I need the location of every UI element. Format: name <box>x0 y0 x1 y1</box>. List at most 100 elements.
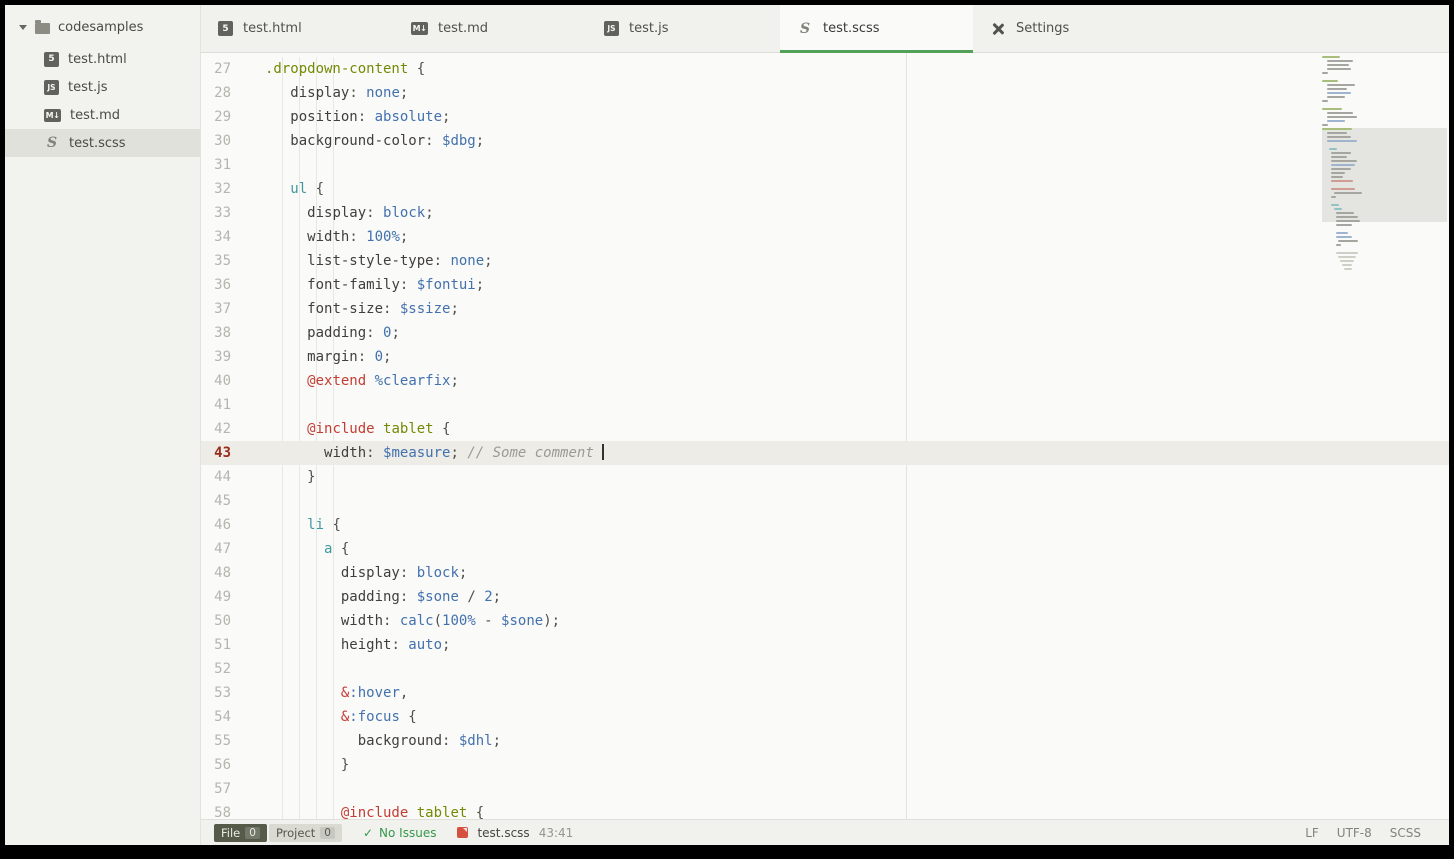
code-line-34[interactable]: 34 width: 100%; <box>201 225 1449 249</box>
issues-label: No Issues <box>379 825 437 840</box>
modified-file-icon <box>457 827 469 838</box>
code-token: :focus <box>349 709 400 725</box>
code-token: block <box>416 565 459 581</box>
code-token: { <box>433 421 451 437</box>
code-line-36[interactable]: 36 font-family: $fontui; <box>201 273 1449 297</box>
tab-test.scss[interactable]: Stest.scss <box>780 5 973 53</box>
project-scope-button[interactable]: Project 0 <box>268 823 342 842</box>
code-line-41[interactable]: 41 <box>201 393 1449 417</box>
code-token: : <box>433 253 451 269</box>
code-token: { <box>399 709 417 725</box>
tab-test.md[interactable]: M↓ test.md <box>394 5 587 52</box>
code-token: { <box>408 61 426 77</box>
line-number: 31 <box>214 157 231 173</box>
code-editor[interactable]: 27 .dropdown-content {28 display: none; 29… <box>201 53 1449 819</box>
code-token: none <box>366 85 400 101</box>
tab-Settings[interactable]: Settings <box>973 5 1166 52</box>
code-line-46[interactable]: 46 li { <box>201 513 1449 537</box>
tab-test.html[interactable]: 5 test.html <box>201 5 394 52</box>
line-content: @include tablet { <box>231 801 484 819</box>
code-token: : <box>357 109 375 125</box>
project-root[interactable]: codesamples <box>5 5 200 45</box>
project-scope-label: Project <box>275 825 316 840</box>
code-line-43[interactable]: 43 width: $measure; // Some comment <box>201 441 1449 465</box>
code-line-40[interactable]: 40 @extend %clearfix; <box>201 369 1449 393</box>
code-line-51[interactable]: 51 height: auto; <box>201 633 1449 657</box>
code-token: 100% <box>442 613 476 629</box>
code-line-50[interactable]: 50 width: calc(100% - $sone); <box>201 609 1449 633</box>
code-line-49[interactable]: 49 padding: $sone / 2; <box>201 585 1449 609</box>
code-token: $dbg <box>442 133 476 149</box>
main-panel: 5 test.html M↓ test.md JS test.js Stest.scss Se… <box>201 5 1449 845</box>
code-line-35[interactable]: 35 list-style-type: none; <box>201 249 1449 273</box>
code-token: position <box>290 109 358 125</box>
line-number: 56 <box>214 757 231 773</box>
line-content: } <box>231 753 349 777</box>
encoding-indicator[interactable]: UTF-8 <box>1337 826 1372 840</box>
line-content: background: $dhl; <box>231 729 501 753</box>
line-number: 29 <box>214 109 231 125</box>
code-line-54[interactable]: 54 &:focus { <box>201 705 1449 729</box>
code-line-45[interactable]: 45 <box>201 489 1449 513</box>
code-line-30[interactable]: 30 background-color: $dbg; <box>201 129 1449 153</box>
sidebar-item-test.js[interactable]: JS test.js <box>5 73 200 101</box>
status-bar-left: File 0 Project 0 ✓ No Issues test.scss 4… <box>214 823 1305 842</box>
code-line-52[interactable]: 52 <box>201 657 1449 681</box>
sidebar: codesamples 5 test.html JS test.js M↓ test.md… <box>5 5 201 845</box>
tab-test.js[interactable]: JS test.js <box>587 5 780 52</box>
line-number: 58 <box>214 805 231 819</box>
code-line-42[interactable]: 42 @include tablet { <box>201 417 1449 441</box>
tab-label: test.js <box>629 21 669 36</box>
code-line-47[interactable]: 47 a { <box>201 537 1449 561</box>
md-icon: M↓ <box>44 108 61 122</box>
code-line-57[interactable]: 57 <box>201 777 1449 801</box>
minimap-line <box>1327 84 1355 86</box>
js-icon: JS <box>44 79 59 95</box>
code-line-56[interactable]: 56 } <box>201 753 1449 777</box>
code-line-37[interactable]: 37 font-size: $ssize; <box>201 297 1449 321</box>
minimap-line <box>1338 240 1358 242</box>
minimap-line <box>1327 96 1345 98</box>
code-token: // Some comment <box>467 445 603 461</box>
minimap-line <box>1327 60 1353 62</box>
code-line-48[interactable]: 48 display: block; <box>201 561 1449 585</box>
sidebar-item-test.html[interactable]: 5 test.html <box>5 45 200 73</box>
minimap-line <box>1322 128 1352 130</box>
code-line-53[interactable]: 53 &:hover, <box>201 681 1449 705</box>
code-token: 2 <box>484 589 493 605</box>
code-token: font-family <box>307 277 400 293</box>
sidebar-item-test.scss[interactable]: Stest.scss <box>5 129 200 157</box>
code-line-44[interactable]: 44 } <box>201 465 1449 489</box>
code-line-33[interactable]: 33 display: block; <box>201 201 1449 225</box>
line-content: li { <box>231 513 341 537</box>
code-line-32[interactable]: 32 ul { <box>201 177 1449 201</box>
code-token: : <box>399 589 417 605</box>
code-line-38[interactable]: 38 padding: 0; <box>201 321 1449 345</box>
issues-indicator[interactable]: ✓ No Issues <box>363 826 436 840</box>
code-line-29[interactable]: 29 position: absolute; <box>201 105 1449 129</box>
code-line-28[interactable]: 28 display: none; <box>201 81 1449 105</box>
file-scope-button[interactable]: File 0 <box>214 823 267 842</box>
code-token: $fontui <box>416 277 476 293</box>
line-number: 46 <box>214 517 231 533</box>
code-line-27[interactable]: 27 .dropdown-content { <box>201 57 1449 81</box>
code-line-55[interactable]: 55 background: $dhl; <box>201 729 1449 753</box>
line-number: 39 <box>214 349 231 365</box>
file-scope-label: File <box>221 825 241 840</box>
code-token: ; <box>475 133 485 149</box>
line-ending-indicator[interactable]: LF <box>1305 826 1319 840</box>
folder-icon <box>35 20 50 34</box>
minimap[interactable] <box>1322 56 1447 346</box>
sidebar-item-test.md[interactable]: M↓ test.md <box>5 101 200 129</box>
code-token: ); <box>543 613 561 629</box>
code-line-31[interactable]: 31 <box>201 153 1449 177</box>
code-token: { <box>467 805 485 819</box>
line-content <box>231 393 265 417</box>
language-indicator[interactable]: SCSS <box>1390 826 1421 840</box>
minimap-line <box>1327 112 1353 114</box>
code-line-58[interactable]: 58 @include tablet { <box>201 801 1449 819</box>
current-file-name: test.scss <box>477 825 530 840</box>
code-line-39[interactable]: 39 margin: 0; <box>201 345 1449 369</box>
